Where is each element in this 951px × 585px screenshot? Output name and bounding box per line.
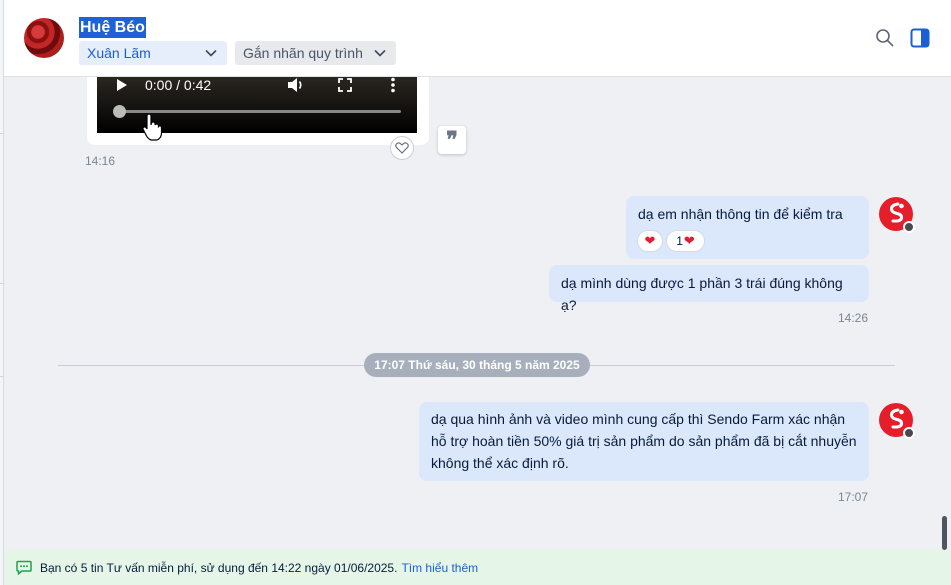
channel-badge	[903, 427, 915, 439]
left-panel-divider	[0, 283, 4, 284]
message-timestamp: 14:26	[838, 311, 869, 325]
contact-avatar[interactable]	[24, 18, 64, 58]
free-consult-notice: Bạn có 5 tin Tư vấn miễn phí, sử dụng đế…	[4, 550, 951, 585]
contact-name[interactable]: Huệ Béo	[79, 17, 146, 38]
video-time: 0:00 / 0:42	[145, 77, 212, 93]
sender-avatar[interactable]	[879, 403, 915, 439]
video-progress-handle[interactable]	[113, 105, 126, 118]
date-separator: 17:07 Thứ sáu, 30 tháng 5 năm 2025	[364, 353, 590, 377]
left-panel-divider	[0, 376, 4, 377]
video-progress-bar[interactable]	[115, 110, 401, 113]
left-panel-divider	[0, 133, 4, 134]
play-icon[interactable]	[117, 79, 127, 91]
message-text: dạ qua hình ảnh và video mình cung cấp t…	[431, 411, 857, 471]
hand-cursor-icon	[142, 114, 163, 141]
chevron-down-icon	[205, 49, 217, 57]
process-tag-label: Gắn nhãn quy trình	[243, 45, 363, 61]
reaction-count: 1	[676, 234, 683, 248]
side-panel-icon[interactable]	[910, 28, 930, 48]
message-timestamp: 17:07	[838, 490, 869, 504]
sender-avatar[interactable]	[879, 197, 915, 233]
channel-badge	[903, 221, 915, 233]
message-timestamp: 14:16	[85, 154, 116, 168]
more-vertical-icon[interactable]	[390, 77, 396, 93]
notice-text: Bạn có 5 tin Tư vấn miễn phí, sử dụng đế…	[40, 560, 398, 575]
assignee-label: Xuân Lãm	[87, 45, 151, 61]
learn-more-link[interactable]: Tìm hiểu thêm	[401, 561, 478, 575]
heart-icon	[395, 142, 409, 154]
react-heart-button[interactable]	[390, 136, 414, 160]
outgoing-message[interactable]: dạ em nhận thông tin để kiểm tra ạ.	[626, 196, 869, 259]
outgoing-message[interactable]: dạ qua hình ảnh và video mình cung cấp t…	[419, 402, 869, 481]
assignee-dropdown[interactable]: Xuân Lãm	[79, 41, 227, 65]
left-panel-edge	[0, 0, 4, 585]
heart-icon: ❤	[683, 233, 695, 248]
process-tag-dropdown[interactable]: Gắn nhãn quy trình	[235, 41, 396, 65]
reaction-count-chip[interactable]: 1 ❤	[666, 230, 705, 252]
heart-icon: ❤	[644, 233, 656, 248]
chat-icon	[16, 560, 32, 575]
chat-scrollbar[interactable]	[942, 516, 947, 550]
outgoing-message[interactable]: dạ mình dùng được 1 phần 3 trái đúng khô…	[549, 265, 869, 313]
chevron-down-icon	[374, 49, 386, 57]
volume-icon[interactable]	[287, 77, 305, 93]
quote-icon[interactable]: ❞	[438, 126, 466, 154]
reaction-chip[interactable]: ❤	[637, 230, 663, 252]
fullscreen-icon[interactable]	[338, 78, 352, 92]
search-icon[interactable]	[875, 28, 895, 48]
message-text: dạ mình dùng được 1 phần 3 trái đúng khô…	[561, 275, 843, 313]
conversation-header: Huệ Béo Xuân Lãm Gắn nhãn quy trình	[4, 0, 951, 77]
